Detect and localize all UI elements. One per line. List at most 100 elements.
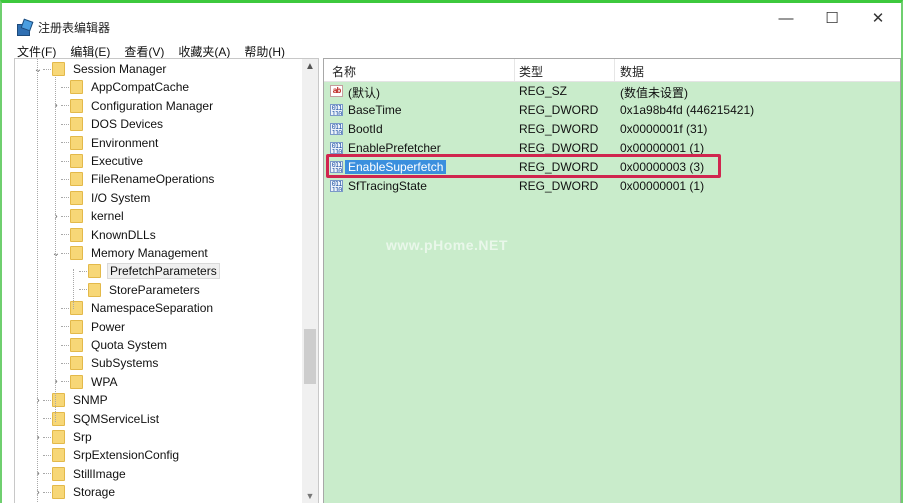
tree-item[interactable]: StoreParameters — [69, 281, 202, 299]
folder-icon — [70, 117, 83, 132]
binary-value-icon: 011 110 — [330, 180, 343, 192]
tree-item[interactable]: ⌄ Memory Management — [51, 244, 210, 262]
column-header-name[interactable]: 名称 — [332, 63, 356, 80]
tree-item[interactable]: AppCompatCache — [51, 78, 191, 96]
menu-view[interactable]: 查看(V) — [124, 43, 164, 60]
tree-item[interactable]: SrpExtensionConfig — [33, 446, 181, 464]
folder-icon — [70, 356, 83, 371]
folder-icon — [70, 246, 83, 260]
chevron-right-icon[interactable]: › — [33, 468, 43, 479]
value-row[interactable]: 011 110 SfTracingState REG_DWORD 0x00000001… — [324, 177, 900, 196]
window-controls: — ☐ ✕ — [763, 3, 901, 33]
column-header-type[interactable]: 类型 — [519, 63, 543, 80]
tree-item[interactable]: FileRenameOperations — [51, 170, 216, 188]
folder-icon — [70, 190, 83, 205]
tree-item[interactable]: KnownDLLs — [51, 226, 158, 244]
chevron-right-icon[interactable]: › — [51, 100, 61, 111]
tree-item[interactable]: I/O System — [51, 189, 152, 207]
value-name: EnablePrefetcher — [348, 141, 441, 155]
chevron-right-icon[interactable]: › — [51, 211, 61, 222]
tree-item-label: Quota System — [91, 338, 168, 352]
tree-item[interactable]: Quota System — [51, 336, 169, 354]
tree-connector-line — [43, 473, 51, 475]
tree-item[interactable]: › WPA — [51, 373, 119, 391]
value-row[interactable]: 011 110 BaseTime REG_DWORD 0x1a98b4fd (4462… — [324, 101, 900, 120]
scroll-up-arrow-icon[interactable]: ▲ — [302, 61, 318, 75]
tree-item[interactable]: › Storage — [33, 483, 117, 501]
folder-icon — [70, 98, 83, 113]
value-data: (数值未设置) — [620, 86, 688, 100]
tree-connector-line — [61, 105, 69, 107]
tree-item[interactable]: Environment — [51, 134, 160, 152]
title-bar: 注册表编辑器 — ☐ ✕ — [2, 10, 901, 41]
column-header-data[interactable]: 数据 — [620, 63, 644, 80]
close-button[interactable]: ✕ — [855, 3, 901, 33]
menu-file[interactable]: 文件(F) — [17, 43, 56, 60]
tree-item-label: AppCompatCache — [91, 80, 190, 95]
tree-item[interactable]: ⌄ Session Manager — [33, 60, 168, 78]
tree-item[interactable]: Power — [51, 318, 127, 336]
value-data: 0x00000001 (1) — [620, 179, 705, 193]
value-name: BaseTime — [348, 103, 402, 117]
scroll-down-arrow-icon[interactable]: ▼ — [302, 491, 318, 501]
value-row[interactable]: ab (默认) REG_SZ (数值未设置) — [324, 82, 900, 101]
tree-guide-line — [37, 59, 38, 503]
tree-item[interactable]: › Configuration Manager — [51, 97, 215, 115]
value-name: SfTracingState — [348, 179, 427, 193]
tree-item[interactable]: NamespaceSeparation — [51, 299, 215, 317]
scrollbar-thumb[interactable] — [304, 329, 316, 384]
folder-icon — [52, 430, 65, 444]
tree-item-label: Power — [91, 319, 126, 334]
column-separator[interactable] — [514, 59, 515, 81]
chevron-right-icon[interactable]: › — [51, 376, 61, 387]
tree-connector-line — [61, 252, 69, 254]
minimize-button[interactable]: — — [763, 3, 809, 33]
tree-item-label: Configuration Manager — [91, 98, 214, 113]
menu-edit[interactable]: 编辑(E) — [70, 43, 110, 60]
tree-item[interactable]: SubSystems — [51, 354, 160, 372]
value-type: REG_DWORD — [519, 179, 599, 193]
tree-item-label: I/O System — [91, 190, 151, 205]
tree-connector-line — [43, 491, 51, 493]
menu-favorites[interactable]: 收藏夹(A) — [178, 43, 230, 60]
tree-item[interactable]: PrefetchParameters — [69, 262, 220, 280]
tree-item-label: SQMServiceList — [73, 411, 160, 426]
tree-item[interactable]: SQMServiceList — [33, 410, 161, 428]
tree-connector-line — [43, 418, 51, 420]
folder-icon — [70, 209, 83, 224]
column-separator[interactable] — [614, 59, 615, 81]
tree-scrollbar[interactable]: ▲ ▼ — [302, 59, 318, 503]
tree-connector-line — [61, 326, 69, 328]
annotation-highlight-box — [326, 154, 721, 178]
tree-item[interactable]: › SNMP — [33, 391, 110, 409]
maximize-button[interactable]: ☐ — [809, 3, 855, 33]
tree-item-label: KnownDLLs — [91, 227, 156, 242]
folder-icon — [70, 172, 83, 187]
registry-key-tree[interactable]: ⌄ Session Manager AppCompatCache › Configura… — [14, 58, 319, 503]
folder-icon — [70, 319, 83, 334]
value-name: BootId — [348, 122, 383, 136]
tree-item[interactable]: › StillImage — [33, 465, 128, 483]
menu-help[interactable]: 帮助(H) — [244, 43, 285, 60]
tree-item-label: kernel — [91, 209, 124, 224]
value-data: 0x1a98b4fd (446215421) — [620, 103, 755, 117]
value-row[interactable]: 011 110 BootId REG_DWORD 0x0000001f (31) — [324, 120, 900, 139]
chevron-right-icon[interactable]: › — [33, 395, 43, 406]
chevron-down-icon[interactable]: ⌄ — [51, 248, 61, 259]
chevron-right-icon[interactable]: › — [33, 432, 43, 443]
tree-item-label: Session Manager — [73, 62, 167, 76]
tree-item[interactable]: Executive — [51, 152, 145, 170]
tree-item-label: Environment — [91, 135, 159, 150]
tree-connector-line — [43, 436, 51, 438]
tree-item[interactable]: DOS Devices — [51, 115, 165, 133]
tree-connector-line — [61, 178, 69, 180]
tree-item[interactable]: › Srp — [33, 428, 94, 446]
tree-connector-line — [61, 86, 69, 88]
tree-item[interactable]: › kernel — [51, 207, 126, 225]
tree-item-label: SubSystems — [91, 356, 159, 371]
chevron-right-icon[interactable]: › — [33, 487, 43, 498]
chevron-down-icon[interactable]: ⌄ — [33, 64, 43, 75]
folder-icon — [52, 393, 65, 408]
registry-values-list[interactable]: 名称 类型 数据 ab (默认) REG_SZ (数值未设置) 011 110 BaseT… — [323, 58, 901, 503]
tree-connector-line — [61, 197, 69, 199]
